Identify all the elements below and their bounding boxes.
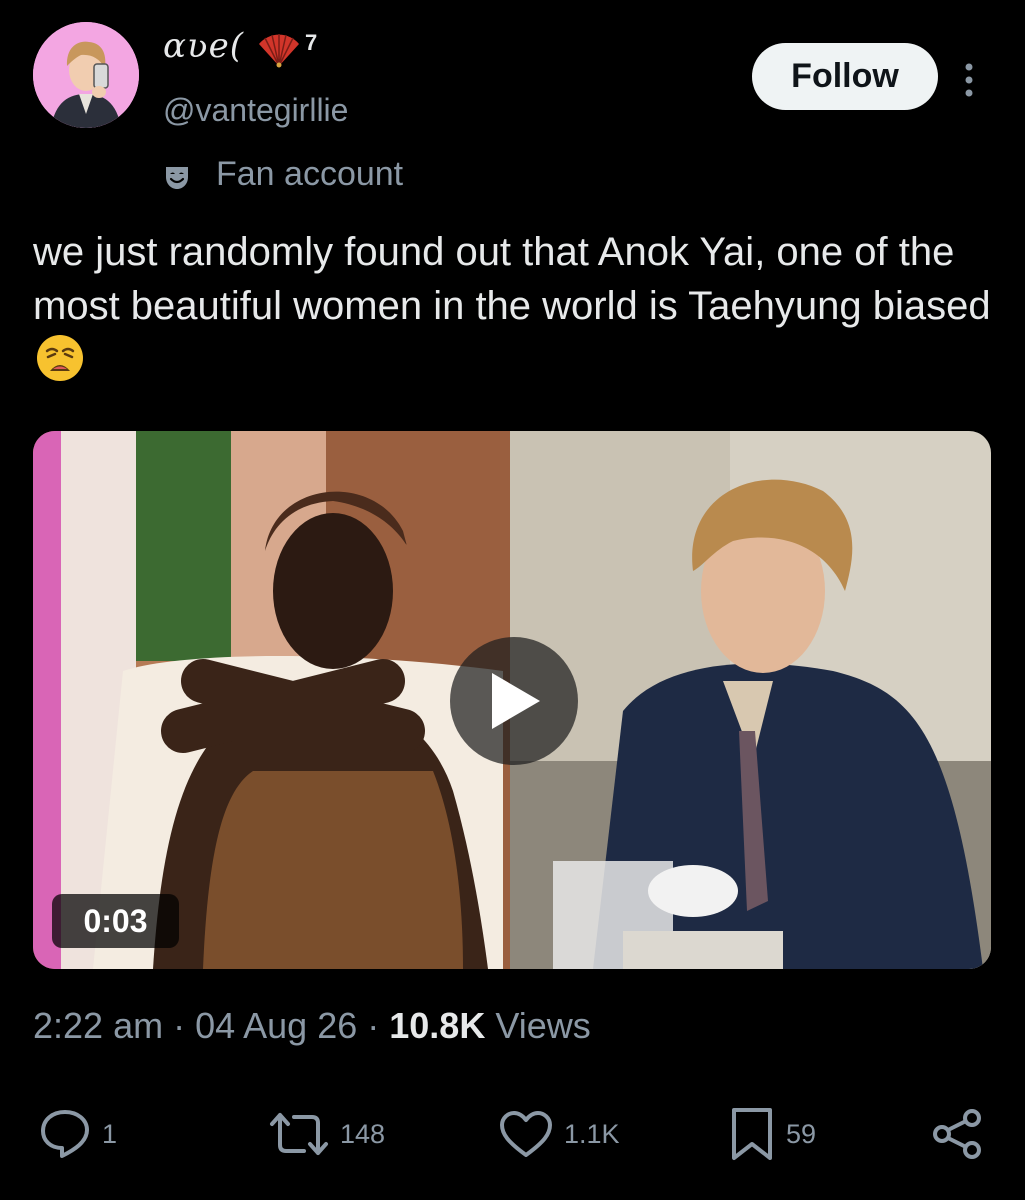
post-body: we just randomly found out that Anok Yai… (33, 230, 991, 328)
avatar[interactable] (33, 22, 139, 128)
weary-face-emoji (37, 335, 83, 381)
video-duration: 0:03 (52, 894, 179, 948)
play-icon (492, 673, 540, 729)
user-handle[interactable]: @vantegirllie (163, 92, 348, 129)
repost-count: 148 (340, 1118, 386, 1149)
play-button[interactable] (450, 637, 578, 765)
reply-icon (41, 1110, 89, 1158)
avatar-photo (33, 22, 139, 128)
views-count: 10.8K (389, 1005, 486, 1046)
post-text: we just randomly found out that Anok Yai… (33, 225, 1003, 389)
share-button[interactable] (930, 1104, 986, 1164)
views-label: Views (485, 1005, 591, 1046)
bookmark-count: 59 (786, 1118, 817, 1149)
bookmark-icon (732, 1108, 772, 1160)
meta-separator: · (163, 1005, 196, 1046)
mask-icon (166, 167, 188, 189)
display-name-suffix: 7 (305, 30, 318, 55)
like-count: 1.1K (564, 1118, 620, 1149)
reply-count: 1 (102, 1118, 118, 1149)
follow-button[interactable]: Follow (752, 43, 938, 110)
like-button[interactable]: 1.1K (498, 1104, 620, 1164)
repost-button[interactable]: 148 (268, 1104, 385, 1164)
folding-fan-icon (259, 34, 299, 68)
post-time[interactable]: 2:22 am (33, 1005, 163, 1046)
more-options-icon[interactable] (955, 60, 983, 100)
repost-icon (270, 1113, 328, 1155)
post-meta: 2:22 am · 04 Aug 26 · 10.8K Views (33, 1005, 591, 1047)
heart-icon (500, 1111, 552, 1157)
display-name[interactable]: ɑʋe( (163, 26, 244, 66)
share-icon (933, 1109, 981, 1159)
video-player[interactable]: 0:03 (33, 431, 991, 969)
meta-separator: · (357, 1005, 390, 1046)
reply-button[interactable]: 1 (38, 1104, 117, 1164)
bookmark-button[interactable]: 59 (728, 1104, 816, 1164)
fan-account-label: Fan account (216, 155, 404, 193)
post-date[interactable]: 04 Aug 26 (195, 1005, 357, 1046)
